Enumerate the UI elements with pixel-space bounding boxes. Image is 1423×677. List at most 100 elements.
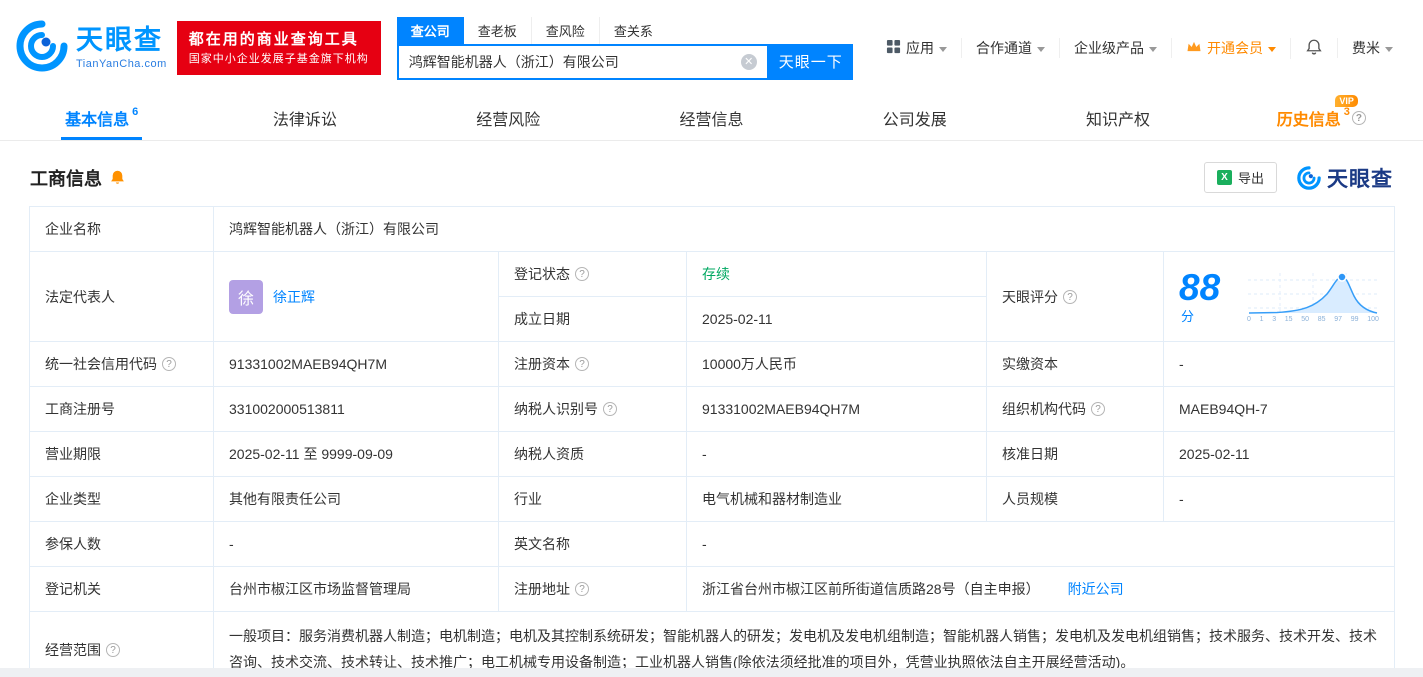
nav-item-label: 合作通道 <box>976 40 1032 56</box>
status-badge: 存续 <box>702 266 730 282</box>
help-icon[interactable]: ? <box>603 402 617 416</box>
tab-count-badge: 6 <box>132 106 139 118</box>
value-legal-representative: 徐 徐正辉 <box>213 251 499 342</box>
tab-operation-info[interactable]: 经营信息 <box>610 96 813 140</box>
help-icon[interactable]: ? <box>575 582 589 596</box>
crown-icon <box>1186 40 1202 56</box>
value-company-type: 其他有限责任公司 <box>213 476 499 522</box>
label-registration-number: 工商注册号 <box>29 386 214 432</box>
score-axis-tick: 85 <box>1317 315 1326 323</box>
label-company-type: 企业类型 <box>29 476 214 522</box>
search-tab-company[interactable]: 查公司 <box>396 16 464 44</box>
score-axis-tick: 99 <box>1350 315 1359 323</box>
search-tab-boss[interactable]: 查老板 <box>464 16 532 44</box>
business-info-table: 企业名称 鸿辉智能机器人（浙江）有限公司 法定代表人 徐 徐正辉 登记状态 ? <box>29 206 1395 677</box>
tab-basic-info[interactable]: 基本信息 6 <box>0 96 203 140</box>
search-tab-relation[interactable]: 查关系 <box>600 17 667 44</box>
value-registration-status: 存续 <box>686 251 987 297</box>
score-axis-tick: 1 <box>1259 315 1264 323</box>
legal-rep-avatar[interactable]: 徐 <box>229 279 263 314</box>
apps-grid-icon <box>886 39 901 57</box>
label-taxpayer-id: 纳税人识别号 ? <box>498 386 687 432</box>
tab-label: 经营风险 <box>476 112 541 129</box>
table-row: 统一社会信用代码 ? 91331002MAEB94QH7M 注册资本 ? 100… <box>29 341 1395 387</box>
brand-name: 天眼查 <box>76 25 163 56</box>
search-input[interactable] <box>408 53 741 70</box>
nav-item-open-vip[interactable]: 开通会员 <box>1171 38 1290 58</box>
business-info-header: 工商信息 X 导出 天眼查 <box>30 162 1393 193</box>
tianyancha-logo[interactable]: 天眼查 TianYanCha.com <box>16 20 167 77</box>
tab-label: 基本信息 <box>65 112 130 129</box>
tab-company-development[interactable]: 公司发展 <box>813 96 1016 140</box>
nav-item-notifications[interactable] <box>1290 37 1337 59</box>
nav-item-user[interactable]: 费米 <box>1337 38 1407 58</box>
clear-search-icon[interactable]: ✕ <box>740 53 757 70</box>
value-taxpayer-quality: - <box>686 431 987 477</box>
nav-item-partners[interactable]: 合作通道 <box>961 38 1059 58</box>
tab-history-info[interactable]: VIP 历史信息 3 ? <box>1220 95 1423 140</box>
company-section-tabs: 基本信息 6 法律诉讼 经营风险 经营信息 公司发展 知识产权 VIP 历史信息… <box>0 95 1423 141</box>
help-icon[interactable]: ? <box>575 267 589 281</box>
tianyancha-logo-icon <box>16 20 68 77</box>
help-icon[interactable]: ? <box>1351 111 1366 125</box>
value-industry: 电气机械和器材制造业 <box>686 476 987 522</box>
table-row: 工商注册号 331002000513811 纳税人识别号 ? 91331002M… <box>29 386 1395 432</box>
label-insured-count: 参保人数 <box>29 521 214 567</box>
nav-item-label: 企业级产品 <box>1074 40 1144 56</box>
help-icon[interactable]: ? <box>1063 289 1077 304</box>
chevron-down-icon <box>939 46 947 52</box>
label-registered-address: 注册地址 ? <box>498 566 687 612</box>
score-axis-tick: 0 <box>1247 315 1251 323</box>
tab-count-badge: 3 <box>1343 106 1350 118</box>
table-row: 登记机关 台州市椒江区市场监督管理局 注册地址 ? 浙江省台州市椒江区前所街道信… <box>29 566 1395 612</box>
score-number: 88 <box>1179 266 1221 308</box>
help-icon[interactable]: ? <box>575 357 589 371</box>
score-axis-tick: 3 <box>1272 315 1277 323</box>
label-staff-size: 人员规模 <box>986 476 1164 522</box>
tab-intellectual-property[interactable]: 知识产权 <box>1016 96 1219 140</box>
search-input-wrap: ✕ <box>396 43 769 80</box>
chevron-down-icon <box>1037 46 1045 52</box>
help-icon[interactable]: ? <box>1091 402 1105 416</box>
tab-label: 法律诉讼 <box>272 112 337 129</box>
label-credit-code: 统一社会信用代码 ? <box>29 341 214 387</box>
tab-legal-proceedings[interactable]: 法律诉讼 <box>203 96 406 140</box>
search-tab-risk[interactable]: 查风险 <box>532 16 600 44</box>
help-icon[interactable]: ? <box>106 642 120 657</box>
nav-item-enterprise[interactable]: 企业级产品 <box>1059 38 1171 58</box>
table-row: 营业期限 2025-02-11 至 9999-09-09 纳税人资质 - 核准日… <box>29 431 1395 477</box>
export-button[interactable]: X 导出 <box>1203 162 1277 193</box>
score-axis-tick: 15 <box>1284 315 1293 323</box>
label-registration-status: 登记状态 ? <box>498 251 687 297</box>
table-row: 企业类型 其他有限责任公司 行业 电气机械和器材制造业 人员规模 - <box>29 476 1395 522</box>
top-bar: 天眼查 TianYanCha.com 都在用的商业查询工具 国家中小企业发展子基… <box>0 0 1423 96</box>
label-english-name: 英文名称 <box>498 521 687 567</box>
slogan-line1: 都在用的商业查询工具 <box>188 30 359 48</box>
value-registration-number: 331002000513811 <box>213 386 499 432</box>
tab-operation-risk[interactable]: 经营风险 <box>407 96 610 140</box>
slogan-line2: 国家中小企业发展子基金旗下机构 <box>188 53 369 66</box>
label-establish-date: 成立日期 <box>498 296 687 342</box>
table-row: 参保人数 - 英文名称 - <box>29 521 1395 567</box>
nearby-companies-link[interactable]: 附近公司 <box>1068 579 1124 599</box>
value-tianyan-score: 88分 0 1 3 15 50 85 97 99 100 <box>1163 251 1395 342</box>
legal-rep-link[interactable]: 徐正辉 <box>273 287 315 307</box>
value-paid-capital: - <box>1163 341 1395 387</box>
value-english-name: - <box>686 521 1395 567</box>
tianyancha-company-page: 天眼查 TianYanCha.com 都在用的商业查询工具 国家中小企业发展子基… <box>0 0 1423 677</box>
username-label: 费米 <box>1352 40 1380 56</box>
search-button[interactable]: 天眼一下 <box>768 43 853 80</box>
help-icon[interactable]: ? <box>162 357 176 371</box>
label-company-name: 企业名称 <box>29 206 214 252</box>
value-registered-capital: 10000万人民币 <box>686 341 987 387</box>
nav-item-label: 应用 <box>906 40 934 56</box>
search-row: ✕ 天眼一下 <box>396 43 853 80</box>
value-approval-date: 2025-02-11 <box>1163 431 1395 477</box>
announcement-bell-icon[interactable] <box>109 169 126 186</box>
nav-item-apps[interactable]: 应用 <box>872 38 961 58</box>
table-row: 法定代表人 徐 徐正辉 登记状态 ? 存续 天眼评分 ? 88分 0 1 3 1… <box>29 251 1395 342</box>
value-staff-size: - <box>1163 476 1395 522</box>
section-title: 工商信息 <box>30 168 102 189</box>
label-org-code: 组织机构代码 ? <box>986 386 1164 432</box>
label-registered-capital: 注册资本 ? <box>498 341 687 387</box>
